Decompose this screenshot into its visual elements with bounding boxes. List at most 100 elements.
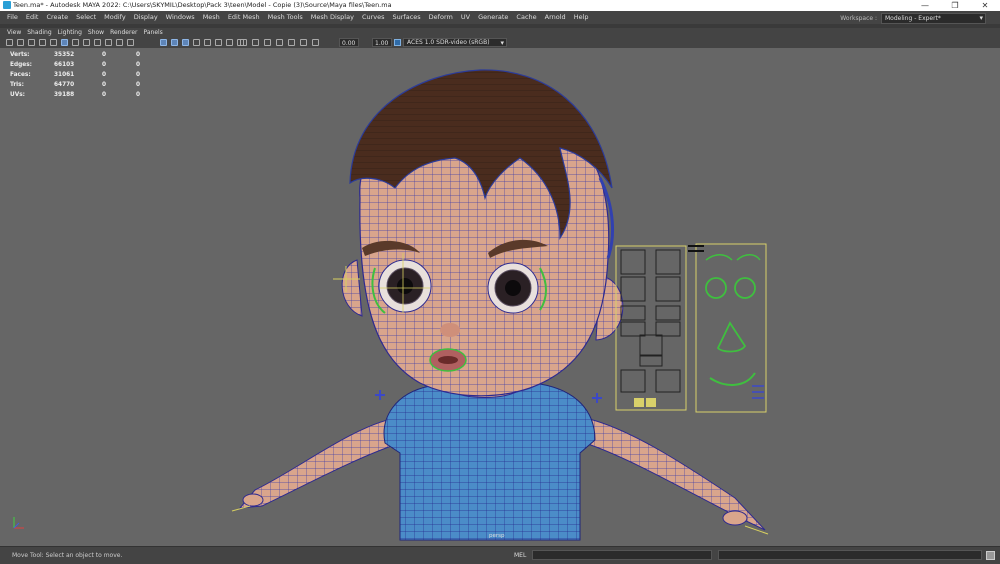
left-hand-mesh: [242, 493, 264, 507]
hud-label: Faces:: [10, 72, 31, 78]
menu-arnold[interactable]: Arnold: [541, 11, 570, 24]
gamma-field[interactable]: 1.00: [372, 38, 392, 47]
mouth-inner: [438, 356, 458, 364]
menu-deform[interactable]: Deform: [425, 11, 457, 24]
right-pupil: [505, 280, 521, 296]
smooth-shade-icon[interactable]: [171, 39, 178, 46]
image-plane-icon[interactable]: [39, 39, 46, 46]
left-shoulder-control: [375, 390, 385, 400]
menu-surfaces[interactable]: Surfaces: [389, 11, 425, 24]
nose-mesh: [440, 323, 460, 337]
menu-windows[interactable]: Windows: [162, 11, 199, 24]
shadows-icon[interactable]: [226, 39, 233, 46]
hud-label: Edges:: [10, 62, 32, 68]
help-line: Move Tool: Select an object to move.: [12, 552, 123, 559]
2d-pan-icon[interactable]: [50, 39, 57, 46]
menu-mesh[interactable]: Mesh: [199, 11, 224, 24]
grid-icon[interactable]: [61, 39, 68, 46]
default-material-icon[interactable]: [193, 39, 200, 46]
hud-row: Edges: 66103 0 0: [10, 60, 156, 70]
hud-label: UVs:: [10, 92, 25, 98]
depth-of-field-icon[interactable]: [264, 39, 271, 46]
poly-count-hud: Verts: 35352 0 0 Edges: 66103 0 0 Faces: 31061 0 0 T…: [10, 50, 156, 100]
menu-curves[interactable]: Curves: [358, 11, 389, 24]
camera-label: persp: [489, 533, 505, 539]
panel-menu-shading[interactable]: Shading: [24, 28, 54, 37]
command-line-input[interactable]: [532, 550, 712, 560]
safe-action-icon[interactable]: [116, 39, 123, 46]
textured-icon[interactable]: [204, 39, 211, 46]
maximize-button[interactable]: ❐: [940, 0, 970, 11]
maya-logo-icon: [3, 1, 11, 9]
hud-value: 66103: [54, 62, 75, 68]
title-bar: Teen.ma* - Autodesk MAYA 2022: C:\Users\…: [0, 0, 1000, 11]
minimize-button[interactable]: —: [910, 0, 940, 11]
close-button[interactable]: ✕: [970, 0, 1000, 11]
menu-mesh-display[interactable]: Mesh Display: [307, 11, 358, 24]
left-arm-mesh: [238, 417, 401, 509]
panel-menu-view[interactable]: View: [4, 28, 24, 37]
camera-attributes-icon[interactable]: [17, 39, 24, 46]
use-all-lights-icon[interactable]: [215, 39, 222, 46]
menu-edit-mesh[interactable]: Edit Mesh: [224, 11, 264, 24]
hud-row: Verts: 35352 0 0: [10, 50, 156, 60]
wireframe-icon[interactable]: [160, 39, 167, 46]
backface-culling-icon[interactable]: [312, 39, 319, 46]
menu-select[interactable]: Select: [72, 11, 100, 24]
hud-value: 0: [136, 72, 141, 78]
workspace-label: Workspace :: [840, 15, 877, 22]
gate-mask-icon[interactable]: [94, 39, 101, 46]
wireframe-on-shaded-icon[interactable]: [182, 39, 189, 46]
menu-mesh-tools[interactable]: Mesh Tools: [264, 11, 307, 24]
hud-value: 0: [136, 52, 141, 58]
xray-joints-icon[interactable]: [300, 39, 307, 46]
hud-value: 35352: [54, 52, 75, 58]
workspace-dropdown[interactable]: Modeling - Expert*: [881, 13, 986, 24]
hud-label: Verts:: [10, 52, 30, 58]
status-bar: Move Tool: Select an object to move. MEL: [0, 546, 1000, 564]
anti-aliasing-icon[interactable]: [252, 39, 259, 46]
hud-value: 0: [102, 62, 107, 68]
view-transform-dropdown[interactable]: ACES 1.0 SDR-video (sRGB): [403, 38, 507, 47]
xray-icon[interactable]: [288, 39, 295, 46]
menu-edit[interactable]: Edit: [22, 11, 43, 24]
menu-cache[interactable]: Cache: [512, 11, 540, 24]
right-shoulder-control: [592, 393, 602, 403]
bookmark-icon[interactable]: [28, 39, 35, 46]
camera-select-icon[interactable]: [6, 39, 13, 46]
hud-value: 0: [136, 62, 141, 68]
panel-menu-renderer[interactable]: Renderer: [107, 28, 140, 37]
color-management-icon[interactable]: [394, 39, 401, 46]
hud-row: UVs: 39188 0 0: [10, 90, 156, 100]
axis-gizmo: [13, 517, 24, 529]
mel-toggle[interactable]: MEL: [514, 552, 526, 559]
script-editor-icon[interactable]: [986, 551, 995, 560]
facial-control-panel: [615, 243, 767, 413]
isolate-select-icon[interactable]: [276, 39, 283, 46]
field-chart-icon[interactable]: [105, 39, 112, 46]
viewport-canvas[interactable]: [0, 48, 1000, 546]
hud-row: Tris: 64770 0 0: [10, 80, 156, 90]
hud-value: 0: [136, 92, 141, 98]
right-hand-mesh: [722, 510, 748, 526]
torso-mesh: [383, 383, 596, 541]
panel-menu-panels[interactable]: Panels: [140, 28, 165, 37]
exposure-field[interactable]: 0.00: [339, 38, 359, 47]
resolution-gate-icon[interactable]: [83, 39, 90, 46]
menu-display[interactable]: Display: [130, 11, 162, 24]
hud-value: 0: [102, 82, 107, 88]
perspective-viewport[interactable]: Verts: 35352 0 0 Edges: 66103 0 0 Faces: 31061 0 0 T…: [0, 48, 1000, 546]
hud-value: 0: [136, 82, 141, 88]
menu-create[interactable]: Create: [42, 11, 72, 24]
panel-menu-bar: View Shading Lighting Show Renderer Panels: [0, 28, 1000, 37]
menu-generate[interactable]: Generate: [474, 11, 512, 24]
menu-modify[interactable]: Modify: [100, 11, 130, 24]
safe-title-icon[interactable]: [127, 39, 134, 46]
panel-menu-lighting[interactable]: Lighting: [55, 28, 85, 37]
menu-help[interactable]: Help: [570, 11, 593, 24]
menu-uv[interactable]: UV: [457, 11, 474, 24]
film-gate-icon[interactable]: [72, 39, 79, 46]
panel-menu-show[interactable]: Show: [85, 28, 107, 37]
motion-blur-icon[interactable]: [240, 39, 247, 46]
menu-file[interactable]: File: [3, 11, 22, 24]
